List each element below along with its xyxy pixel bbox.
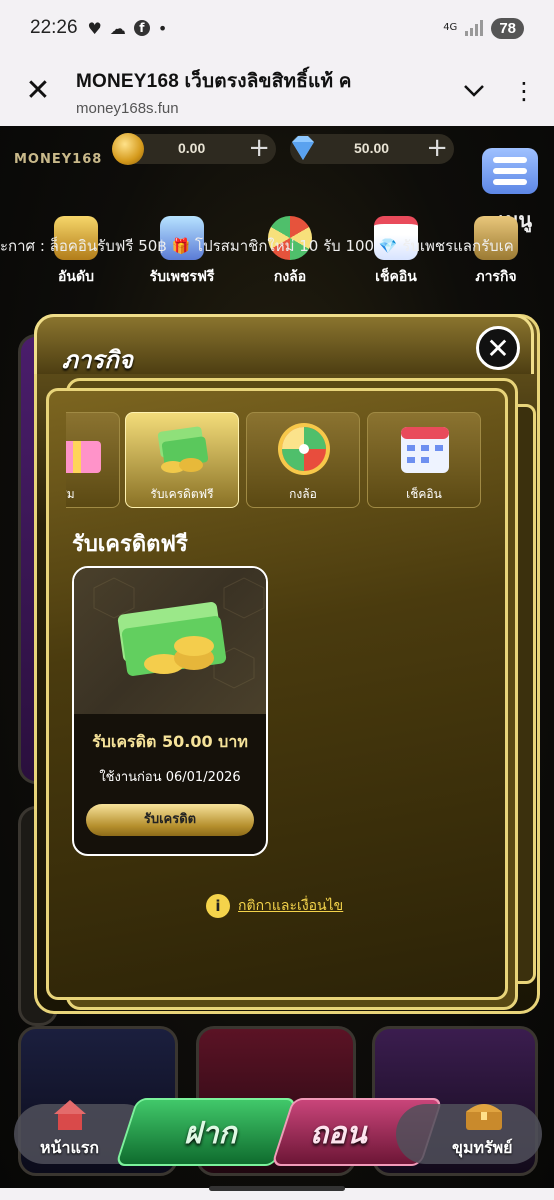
tab-checkin[interactable]: เช็คอิน [367,412,481,508]
coin-icon [112,133,144,165]
credit-amount: รับเครดิต 50.00 บาท [92,732,248,751]
status-time: 22:26 [30,17,78,38]
add-credit-button[interactable]: + [248,134,270,162]
status-bar: 22:26 ♥ ☁ f • 4G 78 [0,0,554,56]
card-image [74,568,266,714]
home-indicator[interactable] [209,1186,345,1191]
credit-wallet: 0.00 + [112,133,276,165]
heart-icon: ♥ [87,18,102,38]
free-credit-card: รับเครดิต 50.00 บาท ใช้งานก่อน 06/01/202… [72,566,268,856]
credit-expiry: ใช้งานก่อน 06/01/2026 [99,770,241,785]
cash-icon [157,426,209,473]
chevron-down-icon[interactable] [454,79,494,104]
page-title: MONEY168 เว็บตรงลิขสิทธิ์แท้ ค [76,70,352,92]
nav-treasure-label: ขุมทรัพย์ [452,1138,513,1157]
calendar-icon [401,427,449,473]
network-indicator: 4G [443,22,458,33]
page-url: money168s.fun [76,99,179,117]
tab-random[interactable]: สุ่ม [66,412,120,508]
tab-free-credit[interactable]: รับเครดิตฟรี [125,412,239,508]
diamond-balance: 50.00 [354,140,390,156]
section-title: รับเครดิตฟรี [72,532,188,557]
nav-home-label: หน้าแรก [40,1138,100,1157]
close-icon[interactable]: ✕ [0,76,76,106]
diamond-wallet: 50.00 + [290,134,454,164]
modal-title: ภารกิจ [62,346,133,374]
close-icon: ✕ [486,331,510,365]
announcement-marquee: ะกาศ : ล็อคอินรับฟรี 50฿ 🎁 โปรสมาชิกใหม่… [0,237,514,255]
add-diamond-button[interactable]: + [426,134,448,162]
site-logo: MONEY168 [14,152,103,167]
menu-button[interactable] [482,148,538,194]
modal-close-button[interactable]: ✕ [476,326,520,370]
home-icon [54,1100,86,1130]
facebook-icon: f [133,20,150,36]
more-vert-icon[interactable]: ⋮ [494,79,554,103]
battery-indicator: 78 [491,17,524,39]
terms-link-row[interactable]: i กติกาและเงื่อนไข [206,894,343,918]
diamond-icon [292,136,314,160]
dot-icon: • [157,18,168,38]
credit-balance: 0.00 [178,140,206,156]
bottom-nav: หน้าแรก ฝาก ถอน ขุมทรัพย์ [0,1090,554,1190]
cloud-icon: ☁ [109,18,126,38]
cash-icon [93,577,265,689]
gift-icon [66,441,101,473]
treasure-chest-icon [466,1104,502,1130]
deposit-label: ฝาก [184,1116,237,1151]
info-icon: i [206,894,230,918]
tab-wheel[interactable]: กงล้อ [246,412,360,508]
claim-credit-button[interactable]: รับเครดิต [86,804,254,836]
withdraw-label: ถอน [310,1116,367,1151]
url-block[interactable]: MONEY168 เว็บตรงลิขสิทธิ์แท้ ค money168s… [76,66,454,117]
signal-icon [465,20,484,36]
browser-toolbar: ✕ MONEY168 เว็บตรงลิขสิทธิ์แท้ ค money16… [0,56,554,126]
terms-link[interactable]: กติกาและเงื่อนไข [238,895,343,917]
wheel-icon [278,423,330,475]
mission-tabs: สุ่ม รับเครดิตฟรี กงล้อ เช็คอิน [66,412,496,508]
